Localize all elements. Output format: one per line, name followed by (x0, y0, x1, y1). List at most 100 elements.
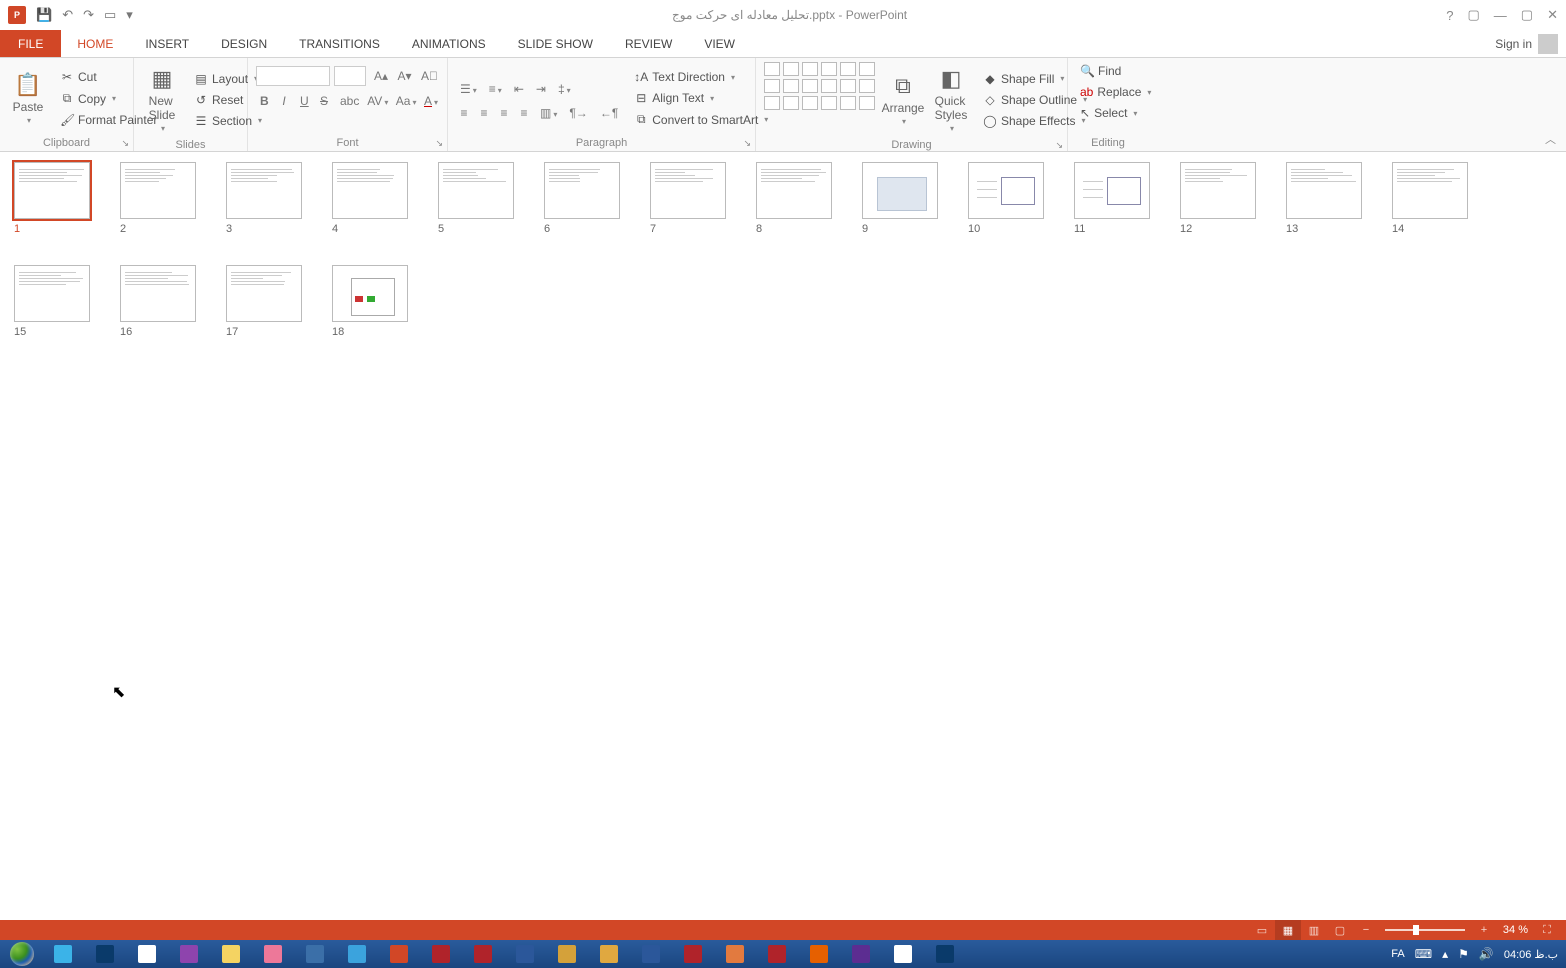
taskbar-app[interactable] (757, 941, 797, 967)
rtl-button[interactable]: ←¶ (596, 104, 622, 122)
slideshow-view-button[interactable]: ▢ (1327, 920, 1353, 940)
shape-item[interactable] (859, 62, 875, 76)
shape-item[interactable] (859, 96, 875, 110)
find-button[interactable]: 🔍Find (1076, 62, 1140, 80)
shape-item[interactable] (859, 79, 875, 93)
shape-item[interactable] (840, 96, 856, 110)
slide-thumbnail[interactable]: 15 (14, 265, 90, 338)
normal-view-button[interactable]: ▭ (1249, 920, 1275, 940)
close-icon[interactable]: ✕ (1547, 7, 1558, 23)
bullets-button[interactable]: ☰▾ (456, 80, 481, 98)
text-direction-button[interactable]: ↕AText Direction▾ (630, 68, 772, 86)
shape-item[interactable] (764, 62, 780, 76)
slide-thumbnail[interactable]: 18 (332, 265, 408, 338)
language-indicator[interactable]: FA (1391, 948, 1404, 960)
paste-button[interactable]: 📋 Paste ▾ (8, 62, 48, 135)
minimize-icon[interactable]: ― (1494, 8, 1507, 23)
bold-button[interactable]: B (256, 92, 272, 110)
taskbar-app[interactable] (253, 941, 293, 967)
slide-thumbnail[interactable]: 12 (1180, 162, 1256, 235)
taskbar-app[interactable] (673, 941, 713, 967)
zoom-slider[interactable] (1385, 929, 1465, 931)
shadow-button[interactable]: abc (336, 92, 359, 110)
shape-item[interactable] (821, 79, 837, 93)
undo-icon[interactable]: ↶ (62, 7, 73, 23)
shape-item[interactable] (802, 96, 818, 110)
align-left-button[interactable]: ≡ (456, 104, 472, 122)
clipboard-dialog-icon[interactable]: ↘ (121, 138, 129, 149)
keyboard-icon[interactable]: ⌨ (1415, 947, 1432, 961)
font-color-button[interactable]: A▾ (420, 92, 439, 110)
collapse-ribbon-icon[interactable]: ︿ (1545, 131, 1556, 147)
taskbar-app[interactable] (883, 941, 923, 967)
line-spacing-button[interactable]: ‡▾ (554, 80, 575, 98)
clear-formatting-icon[interactable]: A⃠ (417, 67, 439, 85)
ribbon-display-icon[interactable]: ▢ (1468, 7, 1480, 23)
increase-indent-button[interactable]: ⇥ (532, 80, 550, 98)
taskbar-app[interactable] (463, 941, 503, 967)
save-icon[interactable]: 💾 (36, 7, 52, 23)
slide-thumbnail[interactable]: 4 (332, 162, 408, 235)
slide-thumbnail[interactable]: 3 (226, 162, 302, 235)
shape-item[interactable] (840, 79, 856, 93)
tab-design[interactable]: DESIGN (205, 30, 283, 57)
tab-insert[interactable]: INSERT (129, 30, 205, 57)
start-from-beginning-icon[interactable]: ▭ (104, 7, 116, 23)
align-center-button[interactable]: ≡ (476, 104, 492, 122)
tab-file[interactable]: FILE (0, 30, 61, 57)
taskbar-app[interactable] (841, 941, 881, 967)
shape-item[interactable] (821, 62, 837, 76)
sign-in[interactable]: Sign in (1487, 30, 1566, 57)
font-dialog-icon[interactable]: ↘ (435, 138, 443, 149)
slide-thumbnail[interactable]: 7 (650, 162, 726, 235)
arrange-button[interactable]: ⧉ Arrange▾ (883, 62, 923, 137)
drawing-dialog-icon[interactable]: ↘ (1055, 140, 1063, 151)
tab-transitions[interactable]: TRANSITIONS (283, 30, 396, 57)
fit-to-window-button[interactable]: ⛶ (1534, 920, 1560, 940)
decrease-indent-button[interactable]: ⇤ (510, 80, 528, 98)
slide-thumbnail[interactable]: 6 (544, 162, 620, 235)
font-name-input[interactable] (256, 66, 330, 86)
shape-item[interactable] (783, 96, 799, 110)
start-button[interactable] (2, 940, 42, 968)
shape-item[interactable] (840, 62, 856, 76)
numbering-button[interactable]: ≡▾ (485, 80, 506, 98)
taskbar-app[interactable] (715, 941, 755, 967)
clock[interactable]: ب.ظ 04:06 (1504, 948, 1558, 961)
slide-thumbnail[interactable]: 11 (1074, 162, 1150, 235)
zoom-in-button[interactable]: + (1471, 920, 1497, 940)
shape-item[interactable] (802, 79, 818, 93)
help-icon[interactable]: ? (1446, 8, 1453, 23)
convert-smartart-button[interactable]: ⧉Convert to SmartArt▾ (630, 110, 772, 129)
increase-font-icon[interactable]: A▴ (370, 67, 390, 85)
flag-icon[interactable]: ⚑ (1458, 947, 1469, 961)
slide-thumbnail[interactable]: 1 (14, 162, 90, 235)
taskbar-app[interactable] (421, 941, 461, 967)
tab-view[interactable]: VIEW (688, 30, 751, 57)
slide-thumbnail[interactable]: 17 (226, 265, 302, 338)
ltr-button[interactable]: ¶→ (565, 104, 591, 122)
italic-button[interactable]: I (276, 92, 292, 110)
slide-thumbnail[interactable]: 13 (1286, 162, 1362, 235)
taskbar-app[interactable] (589, 941, 629, 967)
slide-thumbnail[interactable]: 2 (120, 162, 196, 235)
tab-slideshow[interactable]: SLIDE SHOW (502, 30, 609, 57)
slide-thumbnail[interactable]: 5 (438, 162, 514, 235)
slide-thumbnail[interactable]: 8 (756, 162, 832, 235)
tab-animations[interactable]: ANIMATIONS (396, 30, 502, 57)
change-case-button[interactable]: Aa▾ (392, 92, 416, 110)
taskbar-app[interactable] (379, 941, 419, 967)
shape-item[interactable] (783, 62, 799, 76)
tray-chevron-icon[interactable]: ▴ (1442, 947, 1448, 961)
tab-review[interactable]: REVIEW (609, 30, 688, 57)
taskbar-app[interactable] (337, 941, 377, 967)
taskbar-app[interactable] (505, 941, 545, 967)
underline-button[interactable]: U (296, 92, 312, 110)
slide-thumbnail[interactable]: 10 (968, 162, 1044, 235)
shape-item[interactable] (764, 96, 780, 110)
taskbar-app[interactable] (925, 941, 965, 967)
volume-icon[interactable]: 🔊 (1479, 947, 1494, 961)
taskbar-app[interactable] (43, 941, 83, 967)
redo-icon[interactable]: ↷ (83, 7, 94, 23)
slide-thumbnail[interactable]: 14 (1392, 162, 1468, 235)
